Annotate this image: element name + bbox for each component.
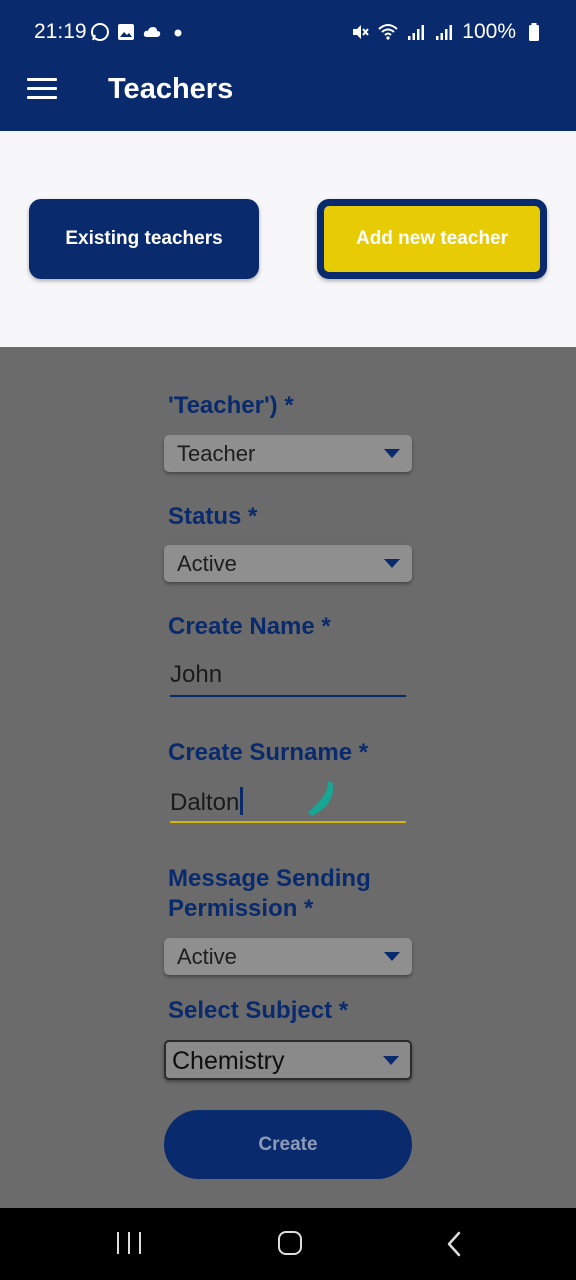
- signal-icon: [436, 25, 453, 40]
- whatsapp-icon: [91, 23, 109, 41]
- surname-text: Dalton: [170, 787, 244, 817]
- subject-dropdown[interactable]: Chemistry: [164, 1040, 412, 1080]
- name-underline: [170, 695, 406, 697]
- text-selection-handle-icon[interactable]: [304, 778, 340, 820]
- status-label: Status *: [168, 503, 258, 530]
- home-icon[interactable]: [278, 1231, 302, 1255]
- chevron-down-icon: [384, 952, 400, 961]
- surname-input[interactable]: Dalton: [170, 783, 406, 823]
- status-system-icons: 100%: [350, 20, 544, 44]
- permission-dropdown[interactable]: Active: [164, 938, 412, 975]
- status-value: Active: [177, 551, 237, 576]
- role-dropdown[interactable]: Teacher: [164, 435, 412, 472]
- page-title: Teachers: [108, 73, 234, 105]
- chevron-down-icon: [384, 449, 400, 458]
- status-time: 21:19: [34, 20, 87, 43]
- hamburger-menu-icon[interactable]: [27, 78, 57, 102]
- wifi-icon: [378, 24, 398, 40]
- teacher-mode-toggle: Existing teachers Add new teacher: [0, 131, 576, 347]
- system-nav-bar: [0, 1208, 576, 1280]
- chevron-down-icon: [384, 559, 400, 568]
- create-button[interactable]: Create: [164, 1110, 412, 1179]
- top-bar: 21:19 100% Teachers: [0, 0, 576, 131]
- chevron-down-icon: [383, 1056, 399, 1065]
- battery-icon: [529, 23, 539, 41]
- surname-underline: [170, 821, 406, 823]
- status-dropdown[interactable]: Active: [164, 545, 412, 582]
- name-label: Create Name *: [168, 613, 331, 640]
- cloud-icon: [143, 27, 161, 37]
- existing-teachers-button[interactable]: Existing teachers: [29, 199, 259, 279]
- permission-label-line1: Message Sending: [168, 865, 371, 892]
- back-icon[interactable]: [444, 1230, 464, 1258]
- surname-value: Dalton: [170, 789, 240, 816]
- add-new-teacher-button[interactable]: Add new teacher: [317, 199, 547, 279]
- recents-icon[interactable]: [117, 1232, 141, 1256]
- gallery-icon: [118, 24, 134, 40]
- role-label: 'Teacher') *: [168, 392, 294, 419]
- name-value: John: [170, 661, 223, 688]
- battery-percent: 100%: [462, 20, 516, 43]
- signal-icon: [408, 25, 425, 40]
- name-input[interactable]: John: [170, 657, 406, 697]
- surname-label: Create Surname *: [168, 739, 369, 766]
- status-notification-icons: [90, 22, 188, 42]
- text-cursor: [240, 787, 244, 815]
- permission-label: Message Sending Permission *: [168, 864, 371, 924]
- dot-icon: [174, 29, 182, 37]
- role-value: Teacher: [177, 441, 256, 466]
- add-teacher-form: 'Teacher') * Teacher Status * Active Cre…: [0, 347, 576, 1208]
- subject-value: Chemistry: [172, 1047, 285, 1075]
- permission-label-line2: Permission *: [168, 895, 314, 922]
- permission-value: Active: [177, 944, 237, 969]
- mute-icon: [353, 25, 370, 39]
- subject-label: Select Subject *: [168, 997, 349, 1024]
- status-bar: 21:19 100%: [0, 0, 576, 64]
